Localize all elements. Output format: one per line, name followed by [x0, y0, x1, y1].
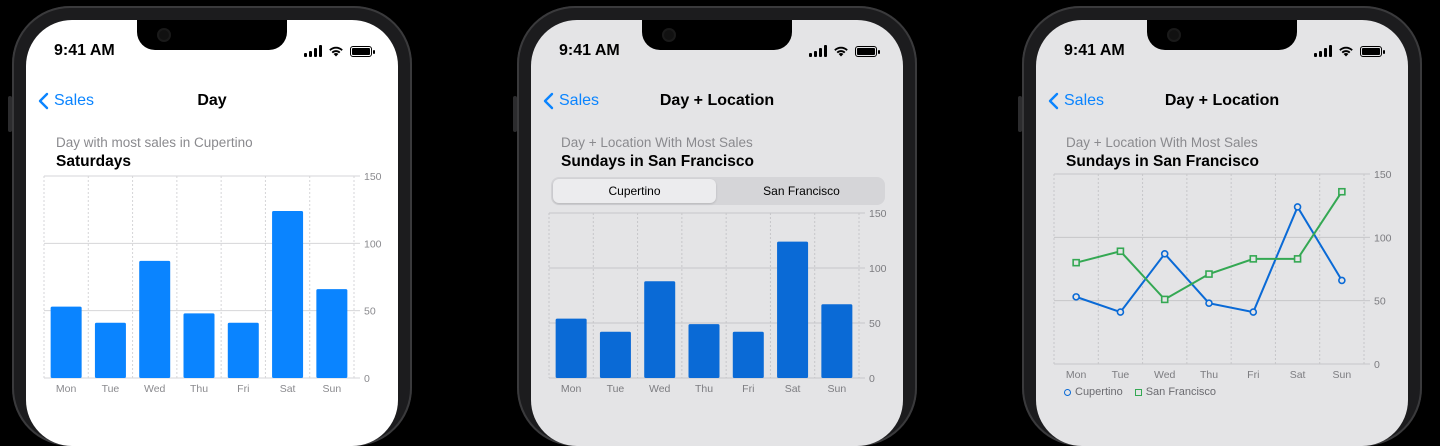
phone-day: 9:41 AM Sales Day Day with most sales in… — [8, 6, 412, 446]
side-button — [1018, 96, 1022, 132]
x-tick-label: Thu — [190, 383, 208, 395]
camera-icon — [159, 30, 169, 40]
x-tick-label: Fri — [1247, 369, 1259, 381]
y-tick-label: 50 — [869, 318, 881, 330]
point-san-francisco — [1116, 247, 1125, 256]
screen: 9:41 AM Sales Day + Location Day + Locat… — [1036, 20, 1408, 446]
x-tick-label: Thu — [1200, 369, 1218, 381]
x-tick-label: Sun — [323, 383, 342, 395]
x-tick-label: Mon — [1066, 369, 1087, 381]
y-tick-label: 0 — [1374, 359, 1380, 371]
x-tick-label: Fri — [742, 383, 754, 395]
point-cupertino — [1116, 308, 1125, 316]
bar-wed — [644, 281, 676, 378]
series-line-san-francisco — [1075, 191, 1343, 301]
notch — [642, 20, 792, 50]
point-cupertino — [1160, 250, 1169, 258]
x-tick-label: Tue — [1112, 369, 1130, 381]
bar-wed — [139, 260, 171, 378]
y-tick-label: 150 — [364, 171, 382, 183]
y-tick-label: 50 — [1374, 296, 1386, 308]
bar-tue — [599, 331, 631, 378]
series-line-cupertino — [1075, 204, 1343, 314]
legend-item-san-francisco: San Francisco — [1134, 386, 1217, 398]
legend-item-cupertino: Cupertino — [1064, 386, 1123, 398]
x-tick-label: Wed — [649, 383, 671, 395]
y-tick-label: 150 — [1374, 169, 1392, 181]
notch — [1147, 20, 1297, 50]
bar-thu — [183, 313, 215, 378]
screen: 9:41 AM Sales Day Day with most sales in… — [26, 20, 398, 446]
bar-fri — [227, 322, 259, 378]
y-tick-label: 100 — [869, 263, 887, 275]
point-san-francisco — [1249, 255, 1258, 263]
x-tick-label: Sun — [1333, 369, 1352, 381]
y-tick-label: 0 — [364, 373, 370, 385]
x-tick-label: Wed — [1154, 369, 1176, 381]
bar-mon — [555, 318, 587, 378]
sales-line-chart: 0 50 100 150 Mon Tue Wed Thu Fri Sat Sun — [1053, 169, 1392, 381]
legend-label: San Francisco — [1145, 386, 1217, 398]
sales-bar-chart: 0 50 100 150 Mon Tue Wed Thu Fri Sat Sun — [548, 208, 887, 395]
bar-tue — [94, 322, 126, 378]
legend-label: Cupertino — [1075, 386, 1123, 398]
point-san-francisco — [1160, 295, 1169, 304]
camera-icon — [1169, 30, 1179, 40]
x-tick-label: Mon — [56, 383, 77, 395]
notch — [137, 20, 287, 50]
x-tick-label: Tue — [102, 383, 120, 395]
y-tick-label: 0 — [869, 373, 875, 385]
x-tick-label: Sat — [280, 383, 296, 395]
point-san-francisco — [1293, 255, 1302, 263]
y-tick-label: 50 — [364, 306, 376, 318]
x-tick-label: Sun — [828, 383, 847, 395]
y-tick-label: 100 — [1374, 232, 1392, 244]
bar-sun — [821, 304, 853, 378]
bar-fri — [732, 331, 764, 378]
point-san-francisco — [1072, 258, 1080, 267]
bar-sun — [316, 289, 348, 378]
square-marker-icon — [1134, 388, 1142, 396]
x-tick-label: Wed — [144, 383, 166, 395]
point-cupertino — [1338, 276, 1346, 285]
screen: 9:41 AM Sales Day + Location Day + Locat… — [531, 20, 903, 446]
x-tick-label: Tue — [607, 383, 625, 395]
phone-day-location-line: 9:41 AM Sales Day + Location Day + Locat… — [1018, 6, 1422, 446]
sales-bar-chart: 0 50 100 150 Mon Tue Wed Thu Fri Sat Sun — [43, 171, 382, 395]
point-cupertino — [1205, 299, 1213, 308]
side-button — [8, 96, 12, 132]
point-san-francisco — [1338, 187, 1346, 196]
y-tick-label: 150 — [869, 208, 887, 220]
phone-day-location-bar: 9:41 AM Sales Day + Location Day + Locat… — [513, 6, 917, 446]
camera-icon — [664, 30, 674, 40]
x-tick-label: Fri — [237, 383, 249, 395]
x-tick-label: Sat — [1290, 369, 1306, 381]
circle-marker-icon — [1064, 388, 1071, 396]
x-tick-label: Thu — [695, 383, 713, 395]
point-san-francisco — [1205, 270, 1213, 278]
bar-thu — [688, 324, 720, 378]
x-tick-label: Sat — [785, 383, 801, 395]
y-tick-label: 100 — [364, 238, 382, 250]
point-cupertino — [1072, 293, 1080, 301]
x-tick-label: Mon — [561, 383, 582, 395]
point-cupertino — [1293, 203, 1302, 211]
bar-mon — [50, 306, 82, 378]
chart-legend: Cupertino San Francisco — [1064, 386, 1216, 398]
point-cupertino — [1249, 308, 1258, 316]
side-button — [513, 96, 517, 132]
bar-sat — [272, 211, 304, 378]
bar-sat — [777, 241, 809, 378]
